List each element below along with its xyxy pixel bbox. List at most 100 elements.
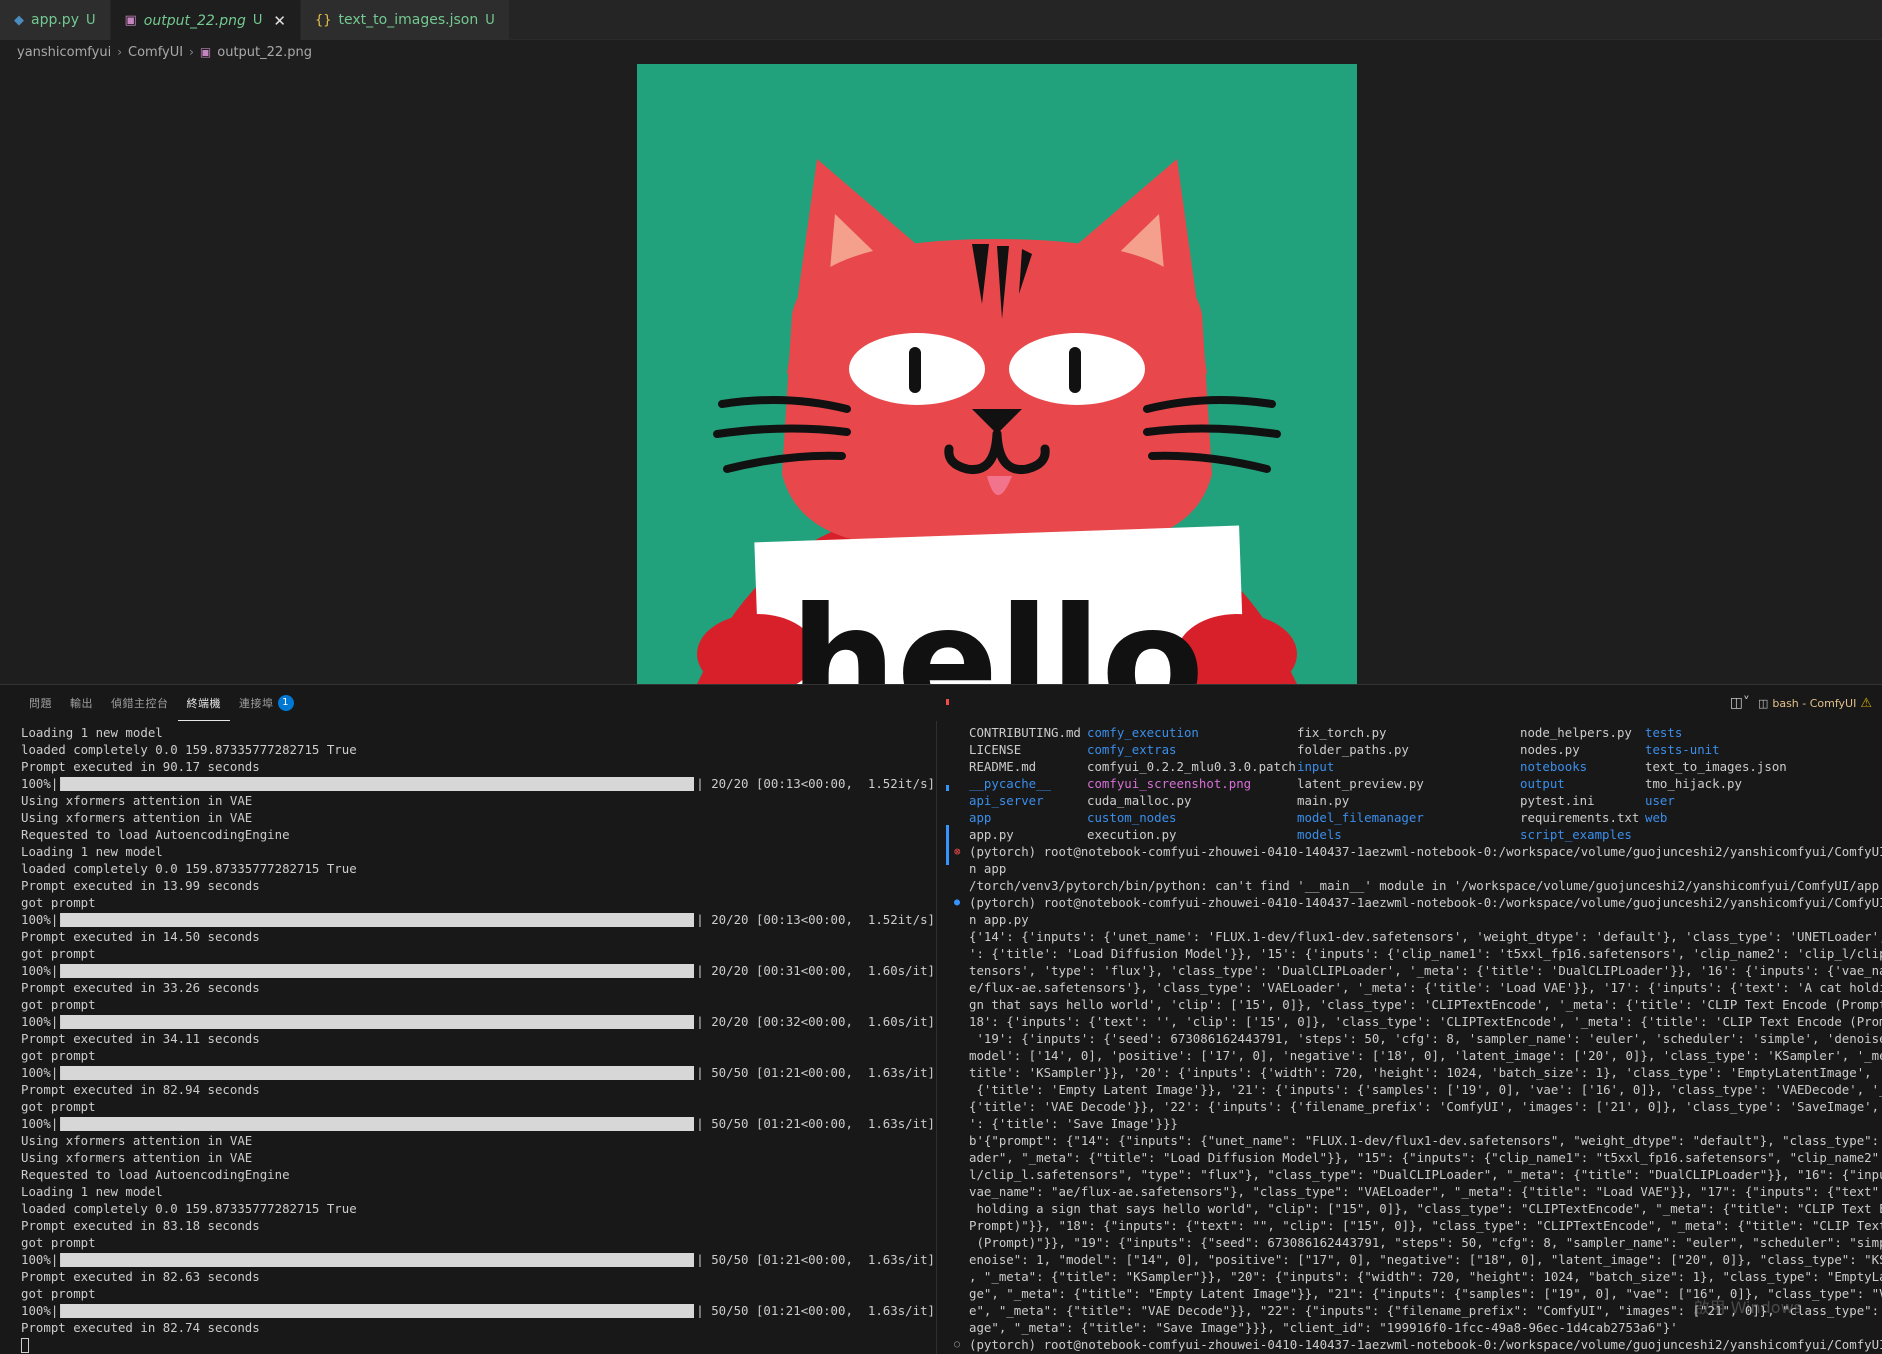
terminal-line: Requested to load AutoencodingEngine	[21, 1167, 290, 1182]
terminal-line: got prompt	[21, 946, 96, 961]
ls-directory: model_filemanager	[1297, 810, 1424, 825]
editor-tab-bar: ◆ app.py U ▣ output_22.png U ✕ {} text_t…	[0, 0, 1882, 40]
tab-label: text_to_images.json	[338, 12, 479, 28]
tab-label: output_22.png	[143, 12, 246, 29]
progress-bar	[60, 963, 695, 978]
tab-debug-console[interactable]: 偵錯主控台	[102, 685, 178, 721]
scrollbar-marker	[946, 699, 949, 705]
terminal-line: Prompt executed in 33.26 seconds	[21, 980, 260, 995]
terminal-cursor	[21, 1338, 29, 1353]
untracked-status: U	[85, 12, 96, 28]
terminal-line: {'title': 'VAE Decode'}}, '22': {'inputs…	[969, 1098, 1882, 1115]
progress-status: | 50/50 [01:21<00:00, 1.63s/it]	[696, 1065, 935, 1080]
command-idle-icon[interactable]: ○	[954, 1336, 960, 1353]
progress-status: | 20/20 [00:31<00:00, 1.60s/it]	[696, 963, 935, 978]
ls-directory: input	[1297, 759, 1335, 774]
terminal-split-divider[interactable]	[936, 721, 948, 1354]
terminal-line: Prompt executed in 82.63 seconds	[21, 1269, 260, 1284]
breadcrumb-item[interactable]: output_22.png	[217, 45, 312, 60]
ls-row: __pycache__ comfyui_screenshot.png latent_…	[969, 775, 1882, 792]
terminal-line: Using xformers attention in VAE	[21, 810, 253, 825]
command-error-icon[interactable]: ⊗	[954, 843, 961, 860]
command-success-icon[interactable]: ●	[954, 894, 960, 911]
image-file-icon: ▣	[124, 13, 137, 28]
terminal-right[interactable]: CONTRIBUTING.md comfy_execution fix_torch.…	[948, 721, 1882, 1354]
terminal-text: l/clip_l.safetensors", "type": "flux"}, …	[969, 1167, 1882, 1182]
ls-directory: __pycache__	[969, 776, 1052, 791]
terminal-line: {'title': 'Empty Latent Image'}}, '21': …	[969, 1081, 1882, 1098]
breadcrumb-item[interactable]: yanshicomfyui	[17, 45, 111, 60]
terminal-line: 100%| | 20/20 [00:13<00:00, 1.52it/s]	[21, 911, 935, 928]
terminal-line: Prompt executed in 34.11 seconds	[21, 1031, 260, 1046]
terminal-line: got prompt	[21, 1048, 96, 1063]
ls-file: node_helpers.py	[1520, 725, 1632, 740]
terminal-line: ⊗ (pytorch) root@notebook-comfyui-zhouwei…	[954, 843, 1882, 860]
terminal-line: Prompt executed in 90.17 seconds	[21, 759, 260, 774]
terminal-line: got prompt	[21, 1099, 96, 1114]
terminal-instance[interactable]: ◫ bash - ComfyUI ⚠	[1758, 696, 1872, 711]
terminal-cursor-line	[21, 1336, 935, 1353]
close-icon[interactable]: ✕	[273, 12, 286, 30]
progress-bar	[60, 912, 695, 927]
terminal-line: Prompt executed in 82.74 seconds	[21, 1320, 260, 1335]
breadcrumb-item[interactable]: ComfyUI	[128, 45, 183, 60]
python-file-icon: ◆	[14, 12, 24, 28]
terminal-text: ': {'title': 'Save Image'}}}	[969, 1116, 1178, 1131]
chevron-right-icon: ›	[189, 45, 194, 59]
split-terminal-icon[interactable]: ◫˅	[1730, 695, 1750, 711]
tab-text-to-images-json[interactable]: {} text_to_images.json U	[300, 0, 510, 40]
progress-bar	[60, 1303, 695, 1318]
tab-app-py[interactable]: ◆ app.py U	[0, 0, 111, 40]
terminal-text: (pytorch) root@notebook-comfyui-zhouwei-…	[969, 895, 1882, 910]
activation-watermark: 啟用 Windows	[1693, 1298, 1802, 1317]
panel-actions: ◫˅ ◫ bash - ComfyUI ⚠	[1730, 685, 1872, 721]
progress-status: | 20/20 [00:32<00:00, 1.60s/it]	[696, 1014, 935, 1029]
terminal-text: model': ['14', 0], 'positive': ['17', 0]…	[969, 1048, 1882, 1063]
warning-icon: ⚠	[1860, 695, 1872, 711]
progress-status: | 50/50 [01:21<00:00, 1.63s/it]	[696, 1252, 935, 1267]
tab-ports[interactable]: 連接埠 1	[230, 685, 303, 721]
ls-directory: custom_nodes	[1087, 810, 1177, 825]
tab-output-22-png[interactable]: ▣ output_22.png U ✕	[110, 0, 301, 40]
terminal-line: Prompt executed in 13.99 seconds	[21, 878, 260, 893]
ls-directory: api_server	[969, 793, 1044, 808]
terminal-line: age", "_meta": {"title": "Save Image"}}}…	[969, 1319, 1882, 1336]
terminal-line: ○ (pytorch) root@notebook-comfyui-zhouwei…	[954, 1336, 1882, 1353]
ls-file: main.py	[1297, 793, 1350, 808]
terminal-text: ader", "_meta": {"title": "Load Diffusio…	[969, 1150, 1882, 1165]
terminal-line: 100%| | 20/20 [00:31<00:00, 1.60s/it]	[21, 962, 935, 979]
terminal-text: tensors', 'type': 'flux'}, 'class_type':…	[969, 963, 1882, 978]
terminal-line: Loading 1 new model	[21, 844, 163, 859]
tab-label: app.py	[31, 12, 79, 28]
terminal-left[interactable]: Loading 1 new model loaded completely 0.0…	[0, 721, 935, 1354]
terminal-line: got prompt	[21, 1286, 96, 1301]
ls-row: README.md comfyui_0.2.2_mlu0.3.0.patch inp…	[969, 758, 1882, 775]
tab-terminal[interactable]: 終端機	[177, 685, 230, 721]
progress-percent: 100%|	[21, 1116, 59, 1131]
terminal-line: ader", "_meta": {"title": "Load Diffusio…	[969, 1149, 1882, 1166]
ls-directory: tests	[1645, 725, 1683, 740]
terminal-icon: ◫	[1757, 696, 1769, 710]
terminal-line: ● (pytorch) root@notebook-comfyui-zhouwei…	[954, 894, 1882, 911]
terminal-text: e/flux-ae.safetensors'}, 'class_type': '…	[969, 980, 1882, 995]
terminal-line: title': 'KSampler'}}, '20': {'inputs': {…	[969, 1064, 1882, 1081]
ls-row: app.py execution.py models script_examples	[969, 826, 1882, 843]
ls-directory: app	[969, 810, 992, 825]
terminal-line: ': {'title': 'Load Diffusion Model'}}, '…	[969, 945, 1882, 962]
progress-bar	[60, 776, 695, 791]
terminal-line: got prompt	[21, 895, 96, 910]
ls-row: api_server cuda_malloc.py main.py pytest.in…	[969, 792, 1882, 809]
preview-image[interactable]: hello	[637, 64, 1357, 684]
ls-directory: comfy_extras	[1087, 742, 1177, 757]
ls-directory: output	[1520, 776, 1565, 791]
terminal-line: vae_name": "ae/flux-ae.safetensors"}, "c…	[969, 1183, 1882, 1200]
terminal-text: , "_meta": {"title": "KSampler"}}, "20":…	[969, 1269, 1882, 1284]
terminal-line: Loading 1 new model	[21, 1184, 163, 1199]
tab-output[interactable]: 輸出	[61, 685, 102, 721]
terminal-line: Prompt)"}}, "18": {"inputs": {"text": ""…	[969, 1217, 1882, 1234]
terminal-line: ': {'title': 'Save Image'}}}	[969, 1115, 1882, 1132]
cat-illustration: hello	[637, 64, 1357, 684]
progress-percent: 100%|	[21, 776, 59, 791]
json-file-icon: {}	[314, 12, 332, 28]
tab-problems[interactable]: 問題	[20, 685, 61, 721]
